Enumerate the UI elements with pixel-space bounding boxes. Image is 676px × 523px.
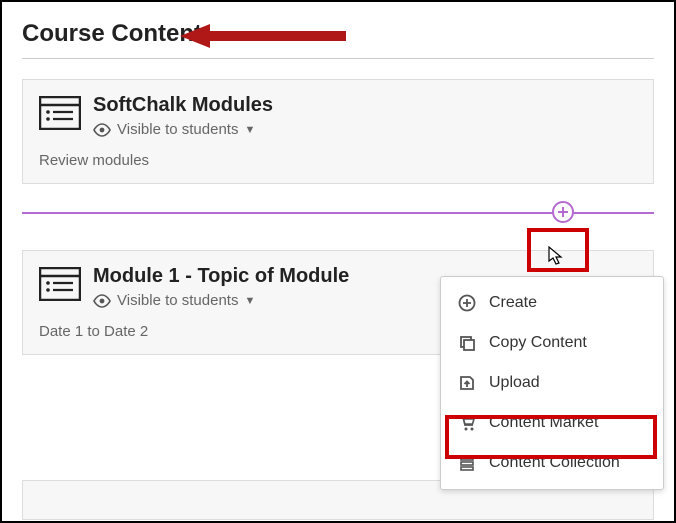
menu-item-create[interactable]: Create: [441, 283, 663, 323]
chevron-down-icon: ▼: [244, 124, 255, 136]
module-list-icon: [39, 96, 81, 130]
menu-item-label: Copy Content: [489, 334, 587, 352]
plus-circle-icon: [457, 293, 477, 313]
chevron-down-icon: ▼: [244, 295, 255, 307]
visibility-label: Visible to students: [117, 292, 238, 309]
menu-item-label: Create: [489, 294, 537, 312]
add-content-button[interactable]: [552, 201, 574, 223]
cart-icon: [457, 413, 477, 433]
add-content-menu: Create Copy Content Upload Content Marke…: [440, 276, 664, 490]
eye-icon: [93, 123, 111, 137]
menu-item-copy-content[interactable]: Copy Content: [441, 323, 663, 363]
module-description: Review modules: [39, 152, 637, 169]
menu-item-upload[interactable]: Upload: [441, 363, 663, 403]
page-title: Course Content: [2, 2, 674, 58]
visibility-toggle[interactable]: Visible to students ▼: [93, 292, 349, 309]
menu-item-content-market[interactable]: Content Market: [441, 403, 663, 443]
menu-item-label: Upload: [489, 374, 540, 392]
visibility-label: Visible to students: [117, 121, 238, 138]
module-list-icon: [39, 267, 81, 301]
copy-icon: [457, 333, 477, 353]
insert-line[interactable]: [22, 212, 654, 214]
divider: [22, 58, 654, 59]
menu-item-label: Content Collection: [489, 454, 620, 472]
module-title[interactable]: SoftChalk Modules: [93, 94, 273, 117]
module-title[interactable]: Module 1 - Topic of Module: [93, 265, 349, 288]
collection-icon: [457, 453, 477, 473]
eye-icon: [93, 294, 111, 308]
module-card[interactable]: SoftChalk Modules Visible to students ▼ …: [22, 79, 654, 184]
visibility-toggle[interactable]: Visible to students ▼: [93, 121, 273, 138]
menu-item-label: Content Market: [489, 414, 598, 432]
menu-item-content-collection[interactable]: Content Collection: [441, 443, 663, 483]
upload-icon: [457, 373, 477, 393]
